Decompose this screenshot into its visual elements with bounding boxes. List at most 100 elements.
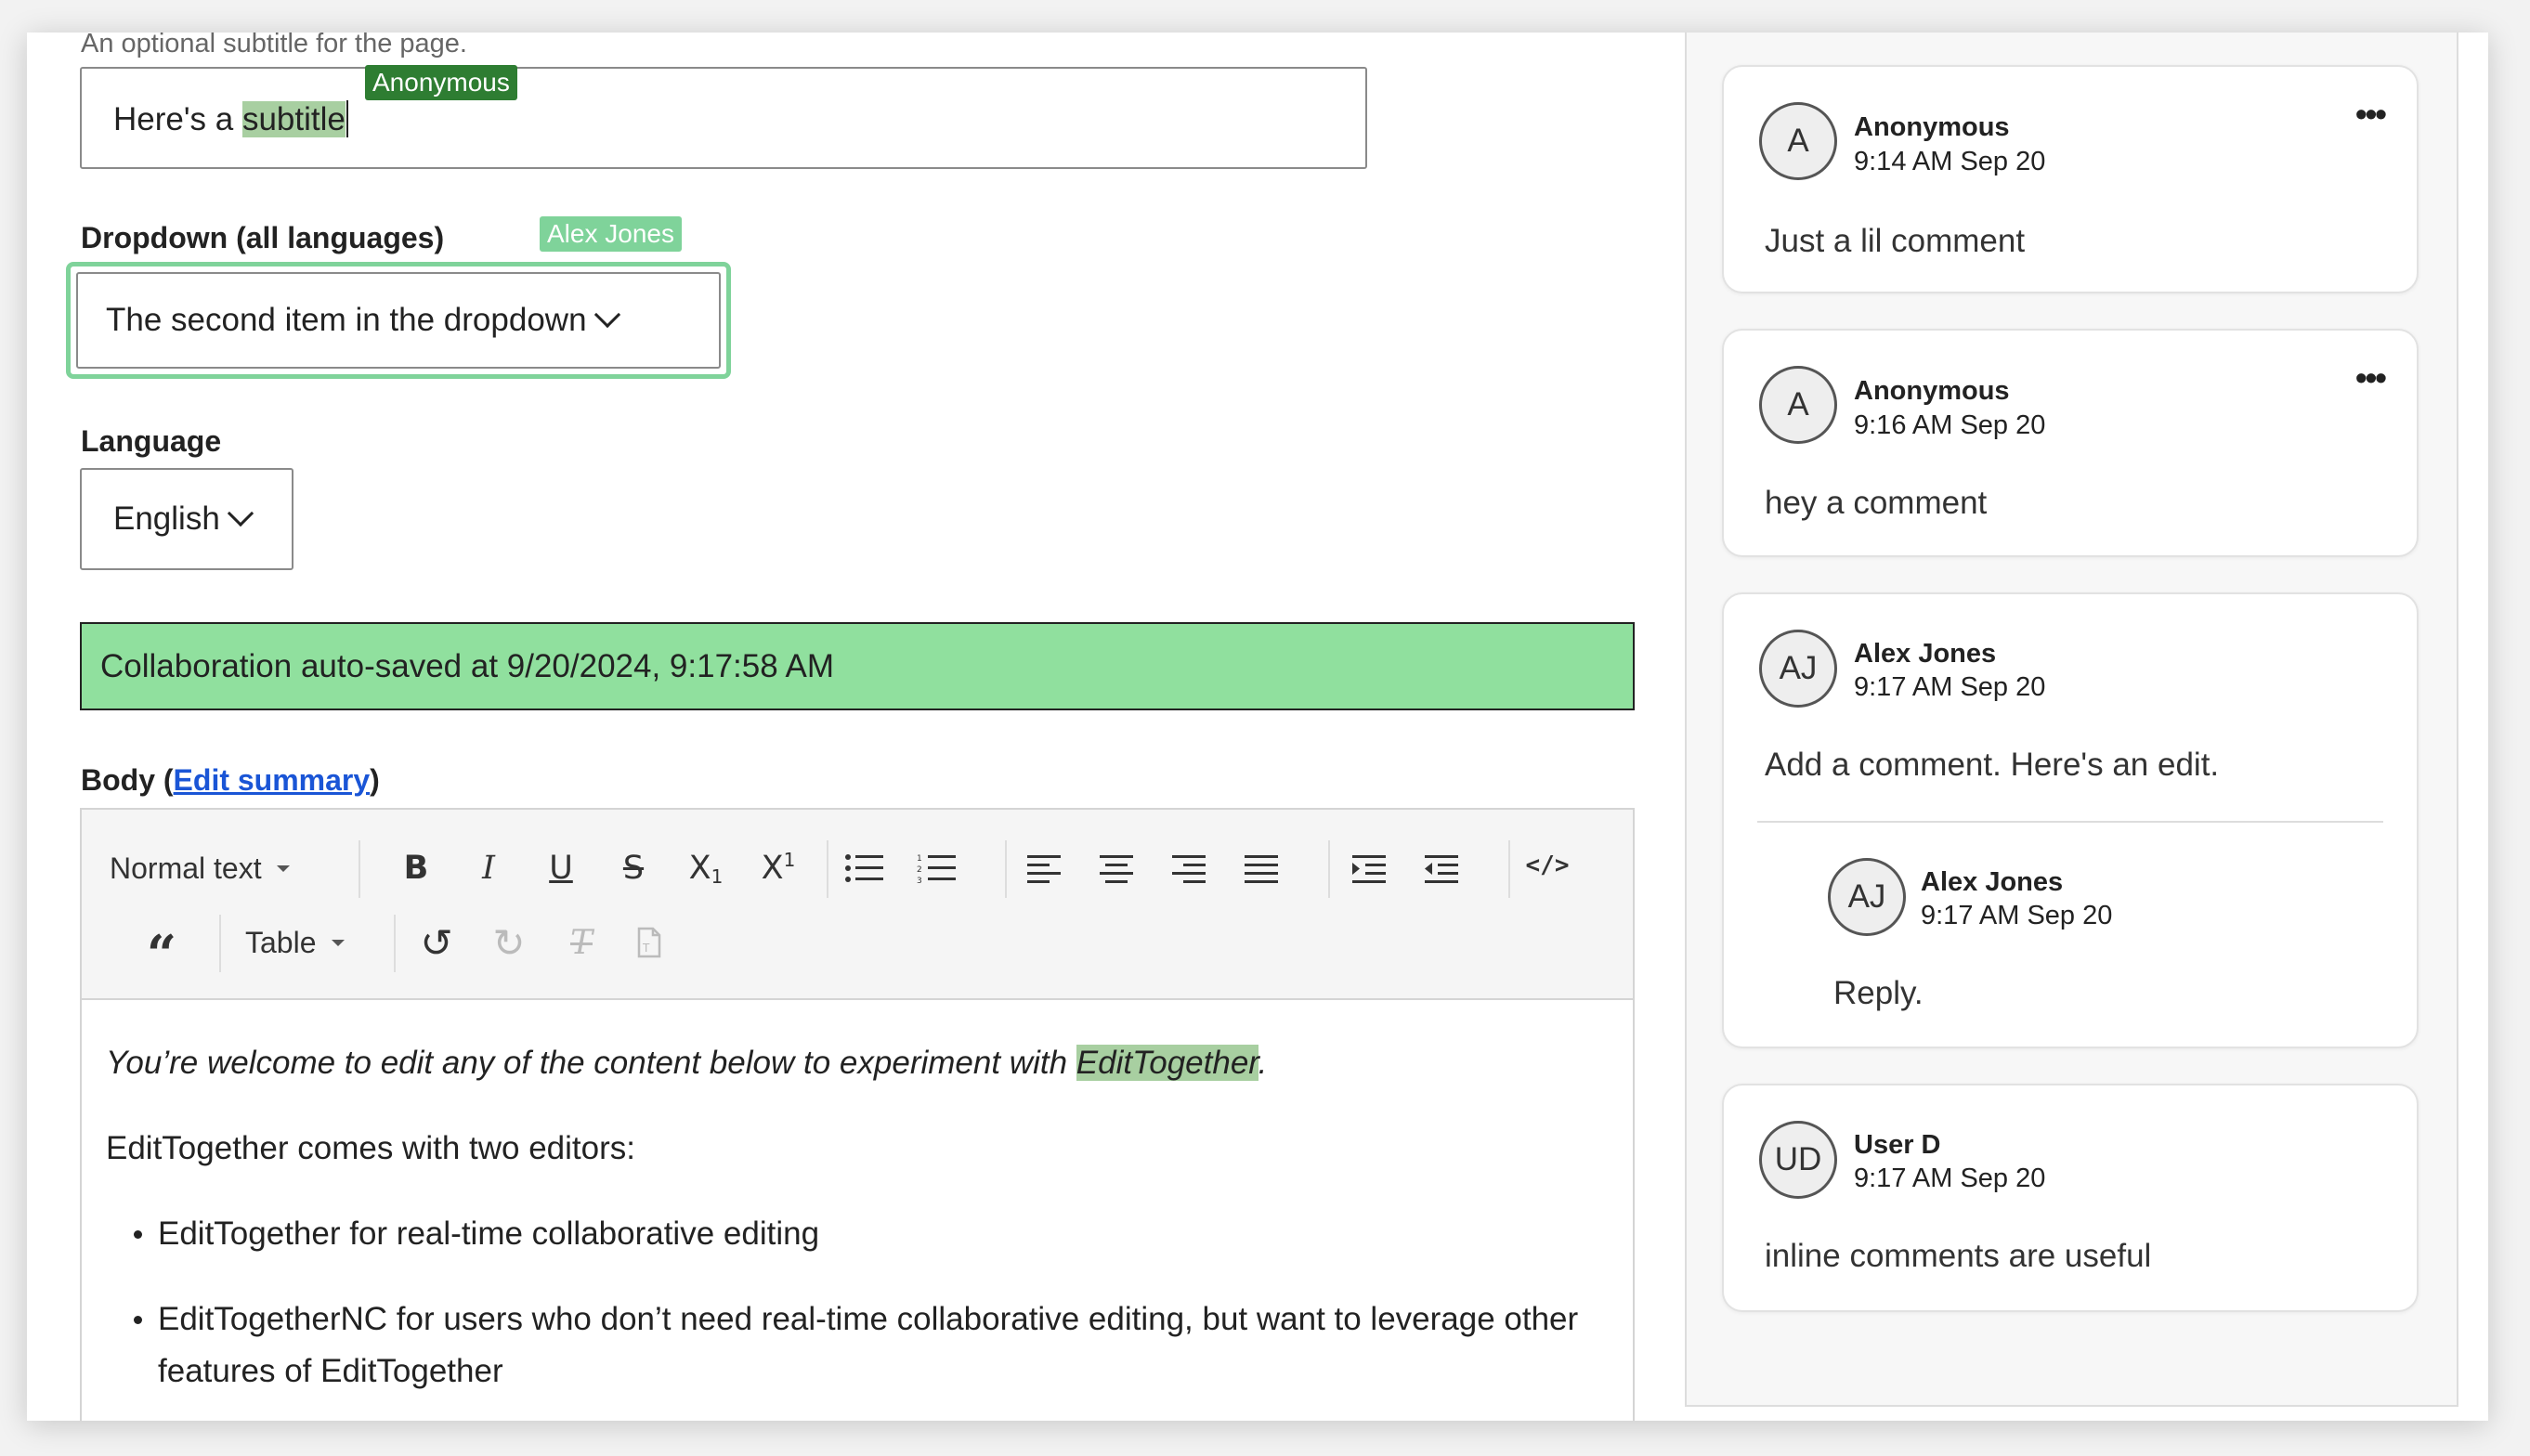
intro-text: You’re welcome to edit any of the conten… (106, 1045, 1076, 1081)
dropdown-label: Dropdown (all languages) (81, 221, 445, 254)
avatar: A (1759, 102, 1837, 180)
caret-down-icon (331, 939, 345, 946)
language-select[interactable]: English (80, 468, 293, 570)
clear-format-icon[interactable]: T (554, 915, 609, 970)
comment-time: 9:17 AM Sep 20 (1854, 672, 2046, 702)
dropdown-select[interactable]: The second item in the dropdown (76, 272, 721, 369)
toolbar-divider (827, 840, 828, 898)
toolbar-divider (1508, 840, 1510, 898)
comment-author: Anonymous (1854, 112, 2010, 142)
toolbar-divider (219, 915, 221, 972)
comment-time: 9:16 AM Sep 20 (1854, 410, 2046, 440)
comment-time: 9:14 AM Sep 20 (1854, 147, 2046, 176)
underline-icon[interactable]: U (533, 840, 589, 896)
reply-author: Alex Jones (1921, 867, 2064, 897)
intro-paragraph: You’re welcome to edit any of the conten… (106, 1037, 1609, 1089)
language-label: Language (81, 424, 222, 458)
comment-text: inline comments are useful (1765, 1238, 2152, 1274)
dropdown-focus-ring: The second item in the dropdown (66, 262, 731, 379)
list-item: EditTogether for real-time collaborative… (134, 1208, 1609, 1260)
caret-down-icon (276, 864, 290, 872)
toolbar-divider (1328, 840, 1330, 898)
align-right-icon[interactable] (1161, 840, 1217, 896)
thread-divider (1757, 821, 2383, 823)
remote-cursor (346, 100, 348, 137)
reply-text: Reply. (1833, 975, 1924, 1011)
avatar: AJ (1828, 858, 1906, 936)
block-format-dropdown[interactable]: Normal text (110, 840, 290, 896)
comment-card[interactable]: UD User D 9:17 AM Sep 20 inline comments… (1722, 1084, 2419, 1312)
avatar: A (1759, 366, 1837, 444)
blockquote-icon[interactable]: “ (134, 916, 189, 985)
comment-time: 9:17 AM Sep 20 (1854, 1164, 2046, 1193)
numbered-list-icon[interactable]: 12 3 (908, 840, 964, 896)
list-item: EditTogetherNC for users who don’t need … (134, 1294, 1609, 1398)
collaborator-tag-alex-jones: Alex Jones (540, 216, 682, 252)
subscript-icon[interactable]: X1 (678, 840, 734, 896)
strikethrough-icon[interactable]: S (606, 840, 661, 896)
bullet-list-icon[interactable] (836, 840, 892, 896)
align-center-icon[interactable] (1089, 840, 1144, 896)
editors-list: EditTogether for real-time collaborative… (134, 1208, 1609, 1398)
comment-thread-card[interactable]: AJ Alex Jones 9:17 AM Sep 20 Add a comme… (1722, 592, 2419, 1048)
subtitle-highlight: subtitle (241, 101, 346, 137)
sidebar-next-section (1685, 1405, 2458, 1421)
collaborator-tag-anonymous: Anonymous (365, 65, 517, 100)
app-window: An optional subtitle for the page. Here'… (27, 32, 2488, 1421)
subtitle-value[interactable]: Here's a subtitle (113, 100, 348, 138)
autosave-status: Collaboration auto-saved at 9/20/2024, 9… (80, 622, 1635, 710)
editor-content[interactable]: You’re welcome to edit any of the conten… (106, 1037, 1609, 1421)
toolbar-divider (359, 840, 360, 898)
language-value: English (113, 500, 220, 537)
toolbar-divider (1005, 840, 1007, 898)
body-label: Body (Edit summary) (81, 763, 380, 798)
comment-text: Just a lil comment (1765, 223, 2026, 259)
comment-card[interactable]: A Anonymous 9:14 AM Sep 20 ••• Just a li… (1722, 65, 2419, 293)
dropdown-value: The second item in the dropdown (106, 302, 587, 338)
edit-form: An optional subtitle for the page. Here'… (27, 32, 1699, 1421)
rich-text-editor: Normal text B I U S X1 X1 12 3 </> “ Tabl… (80, 808, 1635, 1421)
source-code-icon[interactable]: </> (1519, 838, 1575, 893)
svg-text:2: 2 (917, 865, 922, 875)
more-options-icon[interactable]: ••• (2355, 95, 2387, 134)
reply-time: 9:17 AM Sep 20 (1921, 901, 2113, 930)
chevron-down-icon (227, 500, 254, 527)
intro-suffix: . (1258, 1045, 1268, 1081)
avatar: UD (1759, 1121, 1837, 1199)
comment-text: Add a comment. Here's an edit. (1765, 747, 2220, 783)
comment-author: User D (1854, 1130, 1941, 1160)
table-dropdown[interactable]: Table (245, 915, 345, 970)
subtitle-text-prefix: Here's a (113, 101, 242, 137)
paste-text-icon[interactable]: T (626, 915, 672, 970)
comment-text: hey a comment (1765, 485, 1988, 521)
body-label-prefix: Body ( (81, 763, 174, 797)
more-options-icon[interactable]: ••• (2355, 358, 2387, 397)
toolbar-divider (394, 915, 396, 972)
svg-text:1: 1 (917, 854, 922, 864)
align-justify-icon[interactable] (1233, 840, 1289, 896)
italic-icon[interactable]: I (461, 840, 516, 896)
chevron-down-icon (593, 301, 620, 329)
align-left-icon[interactable] (1016, 840, 1072, 896)
avatar: AJ (1759, 630, 1837, 708)
comments-sidebar: A Anonymous 9:14 AM Sep 20 ••• Just a li… (1685, 32, 2458, 1411)
svg-text:3: 3 (917, 877, 922, 884)
intro-highlight: EditTogether (1076, 1045, 1258, 1081)
indent-icon[interactable] (1341, 840, 1397, 896)
body-label-suffix: ) (370, 763, 380, 797)
subtitle-hint: An optional subtitle for the page. (81, 32, 467, 58)
superscript-icon[interactable]: X1 (750, 840, 806, 896)
editor-toolbar: Normal text B I U S X1 X1 12 3 </> “ Tabl… (82, 810, 1633, 1000)
comment-author: Anonymous (1854, 376, 2010, 406)
comment-author: Alex Jones (1854, 639, 1997, 669)
editors-paragraph: EditTogether comes with two editors: (106, 1130, 635, 1166)
outdent-icon[interactable] (1414, 840, 1469, 896)
svg-text:T: T (642, 942, 650, 955)
table-label: Table (245, 925, 317, 959)
comment-card[interactable]: A Anonymous 9:16 AM Sep 20 ••• hey a com… (1722, 329, 2419, 557)
bold-icon[interactable]: B (388, 840, 444, 896)
block-format-label: Normal text (110, 851, 262, 885)
edit-summary-link[interactable]: Edit summary (174, 763, 371, 797)
redo-icon[interactable]: ↻ (481, 915, 537, 970)
undo-icon[interactable]: ↺ (409, 915, 464, 970)
